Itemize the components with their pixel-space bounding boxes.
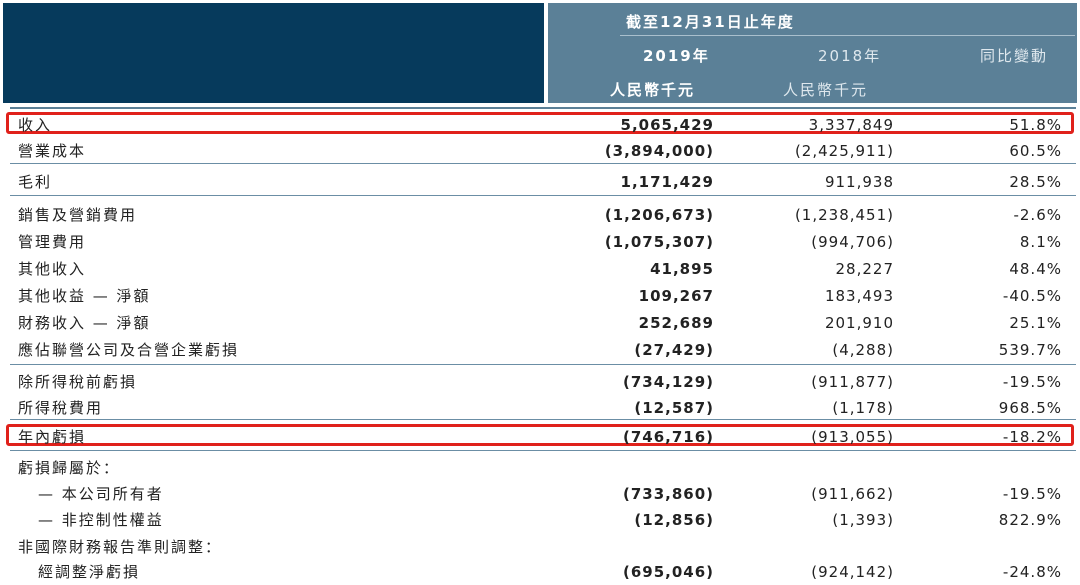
yoy-change: 48.4% [1009,260,1062,278]
row-label: 財務收入 — 淨額 [18,314,151,332]
unit-2019: 人民幣千元 [610,81,696,99]
table-row: 除所得稅前虧損 (734,129) (911,877) -19.5% [0,369,1080,395]
table-row: 應佔聯營公司及合營企業虧損 (27,429) (4,288) 539.7% [0,337,1080,363]
row-divider [10,450,1076,451]
yoy-change: -40.5% [1002,287,1062,305]
value-2019: (12,587) [634,399,714,417]
table-row: 管理費用 (1,075,307) (994,706) 8.1% [0,229,1080,255]
table-row: 經調整淨虧損 (695,046) (924,142) -24.8% [0,559,1080,585]
row-label: 應佔聯營公司及合營企業虧損 [18,341,240,359]
row-label: — 本公司所有者 [38,485,164,503]
value-2019: (3,894,000) [604,142,714,160]
table-row: 非國際財務報告準則調整： [0,534,1080,560]
yoy-change: -19.5% [1002,373,1062,391]
table-row: — 本公司所有者 (733,860) (911,662) -19.5% [0,481,1080,507]
value-2019: 5,065,429 [620,116,714,134]
unit-2018: 人民幣千元 [783,81,869,99]
value-2019: 252,689 [638,314,714,332]
table-row: 營業成本 (3,894,000) (2,425,911) 60.5% [0,138,1080,164]
value-2019: 109,267 [638,287,714,305]
table-row: 年內虧損 (746,716) (913,055) -18.2% [0,424,1080,450]
row-divider [10,364,1076,365]
value-2018: 28,227 [835,260,894,278]
header-divider [620,35,1075,36]
yoy-change: 8.1% [1019,233,1062,251]
value-2018: 201,910 [824,314,894,332]
row-label: 虧損歸屬於： [18,459,121,477]
row-label: — 非控制性權益 [38,511,164,529]
yoy-change: -2.6% [1013,206,1062,224]
value-2019: (734,129) [622,373,714,391]
value-2018: (913,055) [811,428,894,446]
value-2018: 3,337,849 [808,116,894,134]
value-2019: (1,075,307) [604,233,714,251]
yoy-change: 28.5% [1009,173,1062,191]
yoy-change: -24.8% [1002,563,1062,581]
yoy-change: 51.8% [1009,116,1062,134]
value-2019: (1,206,673) [604,206,714,224]
row-label: 毛利 [18,173,53,191]
table-row: 銷售及營銷費用 (1,206,673) (1,238,451) -2.6% [0,202,1080,228]
table-row: 其他收益 — 淨額 109,267 183,493 -40.5% [0,283,1080,309]
value-2018: (4,288) [832,341,894,359]
table-row: 其他收入 41,895 28,227 48.4% [0,256,1080,282]
yoy-change: 25.1% [1009,314,1062,332]
value-2019: 1,171,429 [620,173,714,191]
column-header-2018: 2018年 [818,47,882,65]
value-2019: (695,046) [622,563,714,581]
value-2018: (994,706) [811,233,894,251]
value-2018: (2,425,911) [794,142,894,160]
table-row: 毛利 1,171,429 911,938 28.5% [0,169,1080,195]
row-label: 非國際財務報告準則調整： [18,538,223,556]
table-top-rule [10,107,1076,109]
value-2018: (1,393) [832,511,894,529]
table-row: 虧損歸屬於： [0,455,1080,481]
value-2019: 41,895 [650,260,714,278]
row-label: 經調整淨虧損 [38,563,141,581]
row-label: 年內虧損 [18,428,87,446]
row-label: 其他收益 — 淨額 [18,287,151,305]
value-2019: (27,429) [634,341,714,359]
value-2018: (911,662) [811,485,894,503]
table-row: 所得稅費用 (12,587) (1,178) 968.5% [0,395,1080,421]
yoy-change: 60.5% [1009,142,1062,160]
period-heading: 截至12月31日止年度 [626,13,795,31]
value-2019: (12,856) [634,511,714,529]
income-statement-page: 截至12月31日止年度 2019年 2018年 同比變動 人民幣千元 人民幣千元… [0,0,1080,582]
table-row: 收入 5,065,429 3,337,849 51.8% [0,112,1080,138]
yoy-change: -18.2% [1002,428,1062,446]
value-2018: (1,178) [832,399,894,417]
value-2018: (911,877) [811,373,894,391]
value-2018: 911,938 [824,173,894,191]
row-label: 管理費用 [18,233,87,251]
value-2018: (1,238,451) [794,206,894,224]
row-divider [10,195,1076,196]
column-header-yoy: 同比變動 [980,47,1049,65]
value-2018: 183,493 [824,287,894,305]
value-2018: (924,142) [811,563,894,581]
yoy-change: 968.5% [998,399,1062,417]
value-2019: (746,716) [622,428,714,446]
value-2019: (733,860) [622,485,714,503]
yoy-change: -19.5% [1002,485,1062,503]
row-label: 營業成本 [18,142,87,160]
row-label: 除所得稅前虧損 [18,373,138,391]
row-label: 銷售及營銷費用 [18,206,138,224]
yoy-change: 539.7% [998,341,1062,359]
row-label: 其他收入 [18,260,87,278]
column-header-2019: 2019年 [643,47,710,65]
header-label-band [3,3,544,103]
row-label: 所得稅費用 [18,399,104,417]
yoy-change: 822.9% [998,511,1062,529]
table-row: — 非控制性權益 (12,856) (1,393) 822.9% [0,507,1080,533]
table-row: 財務收入 — 淨額 252,689 201,910 25.1% [0,310,1080,336]
row-label: 收入 [18,116,53,134]
